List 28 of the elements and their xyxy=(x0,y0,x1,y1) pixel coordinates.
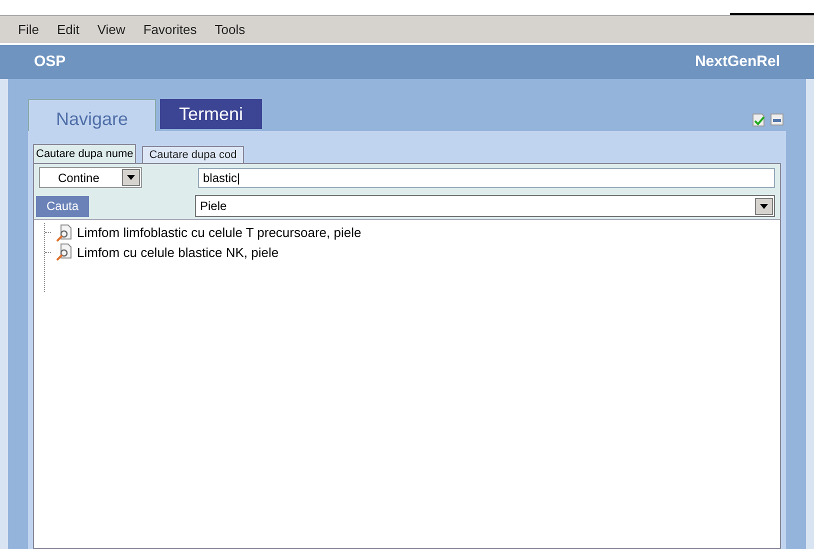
caret-icon xyxy=(127,175,135,180)
match-select[interactable]: Contine xyxy=(39,167,142,188)
select-value: Piele xyxy=(200,198,227,215)
subtab[interactable]: Cautare dupa cod xyxy=(142,146,244,163)
item-label: Limfom cu celule blastice NK, piele xyxy=(77,244,279,262)
menu-item[interactable]: Favorites xyxy=(143,20,197,40)
dropdown-button[interactable] xyxy=(755,198,773,214)
menu-item[interactable]: View xyxy=(97,20,126,40)
menu-item[interactable]: File xyxy=(18,20,39,40)
select-value: Contine xyxy=(58,170,100,186)
tree-item[interactable]: Limfom limfoblastic cu celule T precursoare, piele xyxy=(45,223,780,242)
dropdown-button[interactable] xyxy=(122,169,140,186)
document-search-icon xyxy=(55,243,73,262)
tree-item[interactable]: Limfom cu celule blastice NK, piele xyxy=(45,242,780,262)
app-name: NextGenRel xyxy=(694,52,780,72)
search-field[interactable]: blastic| xyxy=(198,168,775,188)
window-icon[interactable] xyxy=(770,113,786,127)
app-title: OSP xyxy=(34,52,66,72)
category-select[interactable]: Piele xyxy=(195,195,775,217)
item-label: Limfom limfoblastic cu celule T precursoare, piele xyxy=(77,224,362,242)
subtab[interactable]: Cautare dupa nume xyxy=(33,144,136,163)
document-search-icon xyxy=(55,224,73,242)
tab[interactable]: Termeni xyxy=(160,99,262,129)
caret-icon xyxy=(760,204,768,208)
menu-item[interactable]: Edit xyxy=(56,20,80,40)
search-button[interactable]: Cauta xyxy=(36,196,89,216)
menu-item[interactable]: Tools xyxy=(214,20,246,40)
checklist-icon[interactable] xyxy=(752,113,766,127)
